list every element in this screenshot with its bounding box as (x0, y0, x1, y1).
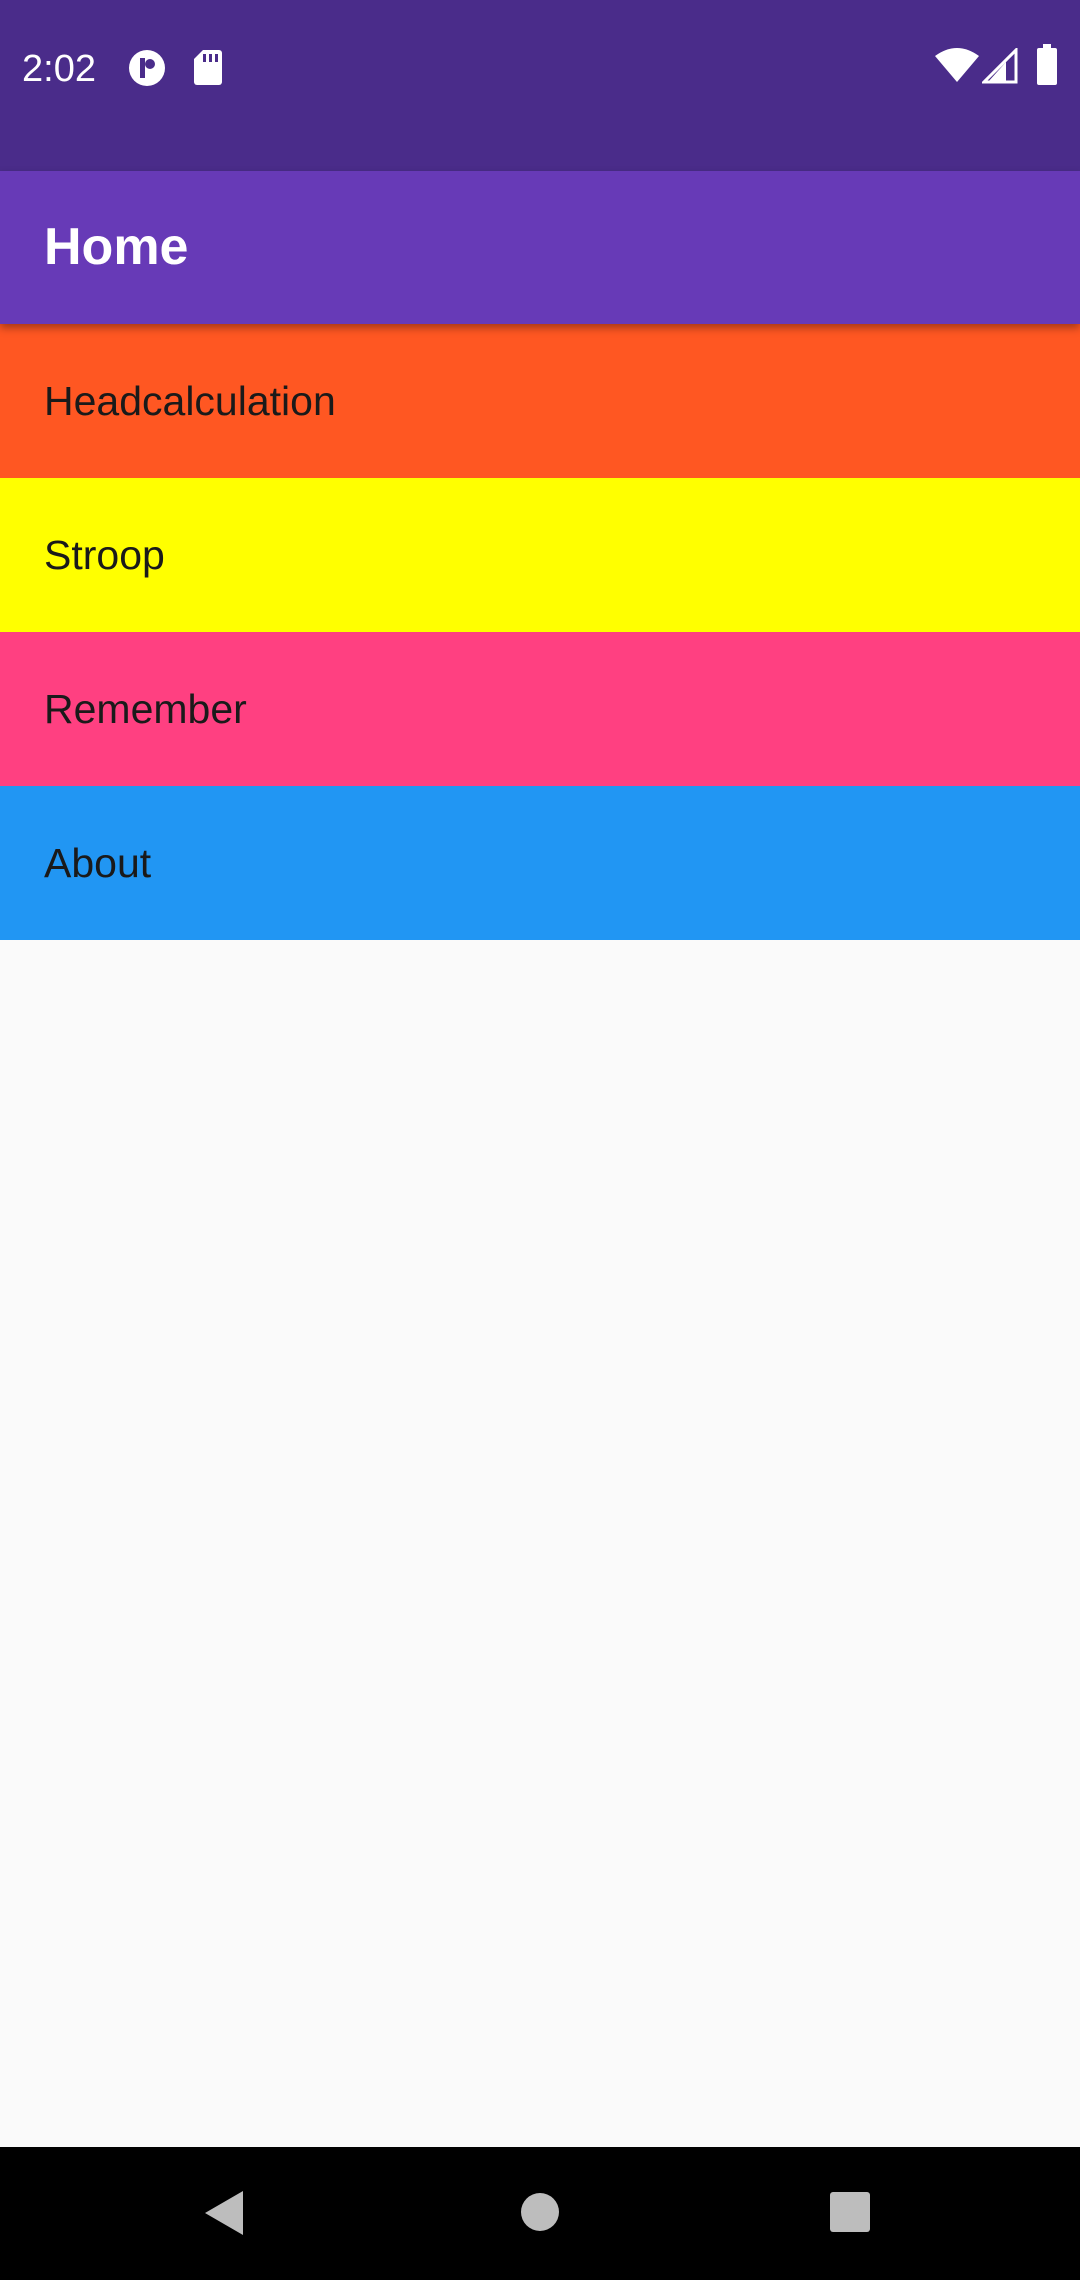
menu-list: Headcalculation Stroop Remember About (0, 324, 1080, 940)
menu-item-headcalculation[interactable]: Headcalculation (0, 324, 1080, 478)
back-icon[interactable] (203, 2189, 245, 2237)
cell-signal-icon (982, 48, 1018, 84)
menu-item-about[interactable]: About (0, 786, 1080, 940)
menu-item-remember[interactable]: Remember (0, 632, 1080, 786)
battery-icon (1037, 44, 1057, 85)
app-notification-icon (129, 50, 165, 86)
page-title: Home (44, 218, 189, 276)
screen: 2:02 Home Headcalculation Stroop Remembe… (0, 0, 1080, 2280)
menu-item-stroop[interactable]: Stroop (0, 478, 1080, 632)
status-time: 2:02 (22, 48, 96, 90)
home-icon[interactable] (519, 2191, 561, 2233)
wifi-icon (935, 48, 979, 82)
menu-item-label: Remember (44, 685, 247, 732)
menu-item-label: About (44, 839, 152, 886)
sd-card-icon (194, 50, 222, 85)
status-bar: 2:02 (0, 0, 1080, 171)
menu-item-label: Stroop (44, 531, 165, 578)
recents-icon[interactable] (829, 2191, 871, 2233)
menu-item-label: Headcalculation (44, 377, 336, 424)
navigation-bar (0, 2147, 1080, 2280)
app-bar: Home (0, 171, 1080, 324)
